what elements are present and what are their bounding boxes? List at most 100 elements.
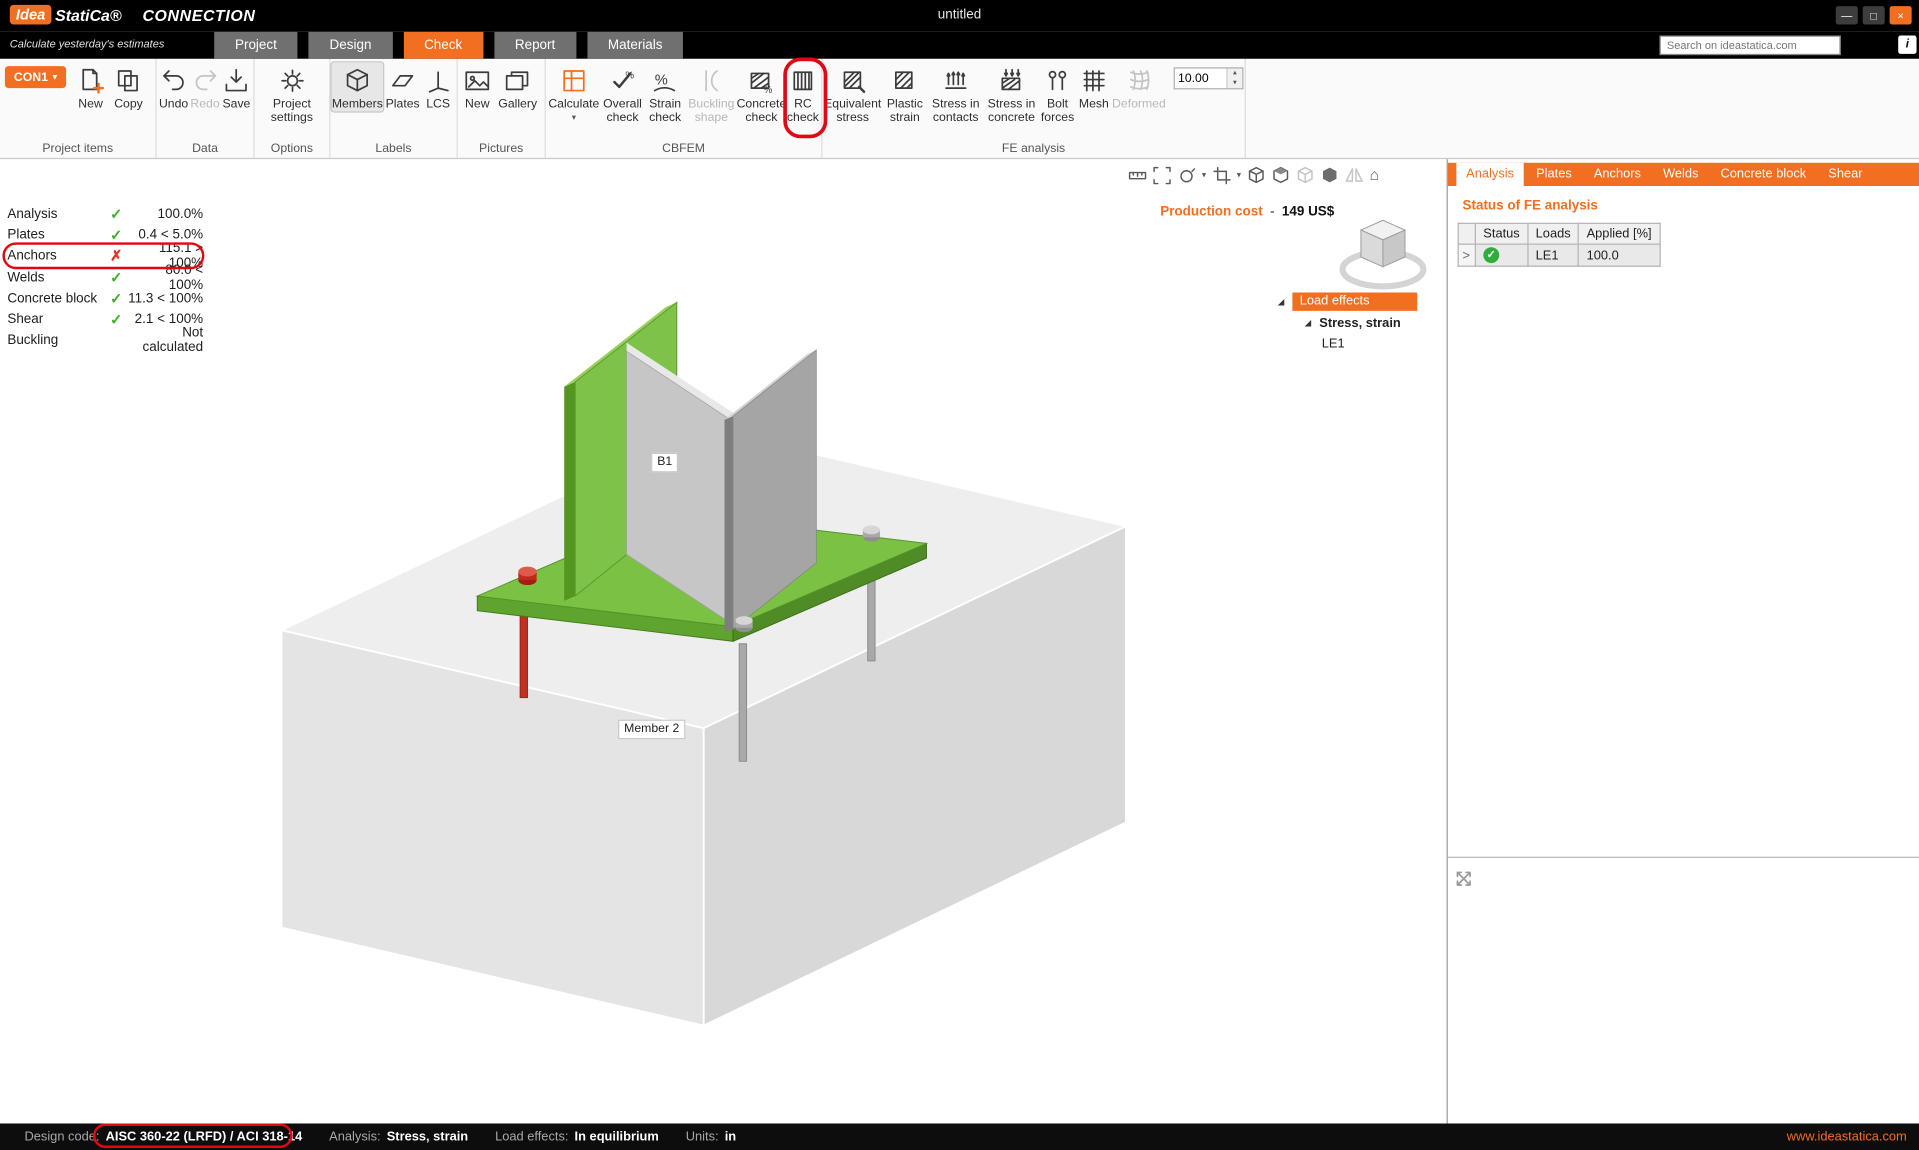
tree-item-stress-strain[interactable]: ◢ Stress, strain (1305, 312, 1418, 333)
check-row-analysis[interactable]: Analysis ✓ 100.0% (7, 203, 203, 224)
tree-item-load-effects[interactable]: ◢ Load effects (1278, 291, 1418, 312)
tree-expanded-icon[interactable]: ◢ (1278, 297, 1293, 307)
tab-project[interactable]: Project (214, 32, 298, 59)
lcs-labels-toggle[interactable]: LCS (422, 62, 454, 111)
document-title: untitled (938, 7, 981, 22)
status-ok-icon: ✓ (1483, 247, 1499, 263)
check-row-concrete-block[interactable]: Concrete block ✓ 11.3 < 100% (7, 288, 203, 309)
strain-check-icon: % (652, 65, 679, 97)
strain-check-button[interactable]: % Strain check (644, 62, 685, 124)
svg-text:%: % (655, 72, 668, 88)
anchor-head (863, 526, 880, 542)
view-cube[interactable] (1343, 220, 1424, 286)
production-cost: Production cost - 149 US$ (1160, 204, 1334, 219)
member-label-member2[interactable]: Member 2 (618, 720, 685, 740)
equivalent-stress-button[interactable]: Equivalent stress (824, 62, 882, 124)
maximize-button[interactable]: □ (1863, 6, 1885, 24)
info-button[interactable]: i (1898, 35, 1916, 53)
tab-design[interactable]: Design (309, 32, 393, 59)
clipping-icon[interactable] (1212, 165, 1230, 185)
group-label-options: Options (255, 142, 330, 158)
website-link[interactable]: www.ideastatica.com (1787, 1130, 1907, 1145)
gear-icon (278, 65, 305, 97)
check-results-panel: Analysis ✓ 100.0% Plates ✓ 0.4 < 5.0% An… (7, 203, 203, 351)
member-label-b1[interactable]: B1 (651, 453, 678, 473)
ribbon: CON1 ▾ New Copy Project items Undo (0, 59, 1919, 159)
fe-analysis-heading: Status of FE analysis (1463, 198, 1919, 213)
orbit-view-icon[interactable] (1177, 165, 1195, 185)
deformed-button[interactable]: Deformed (1112, 62, 1166, 111)
new-item-button[interactable]: New (72, 62, 109, 111)
check-pass-icon: ✓ (105, 205, 127, 222)
window-controls: — □ × (1836, 6, 1912, 24)
view-transparent-icon[interactable] (1296, 165, 1314, 185)
viewport: Analysis ✓ 100.0% Plates ✓ 0.4 < 5.0% An… (0, 159, 1447, 1123)
project-settings-button[interactable]: Project settings (258, 62, 327, 124)
tab-concrete-block[interactable]: Concrete block (1711, 163, 1816, 186)
search-input[interactable] (1660, 35, 1841, 55)
gallery-button[interactable]: Gallery (496, 62, 540, 111)
scale-input[interactable] (1174, 69, 1226, 89)
redo-button[interactable]: Redo (189, 62, 220, 111)
tree-expanded-icon[interactable]: ◢ (1305, 318, 1320, 328)
buckling-shape-button[interactable]: Buckling shape (686, 62, 737, 124)
new-picture-button[interactable]: New (459, 62, 496, 111)
tree-item-le1[interactable]: LE1 (1322, 333, 1417, 354)
copy-item-button[interactable]: Copy (109, 62, 148, 111)
overall-check-button[interactable]: % Overall check (601, 62, 645, 124)
connection-selector[interactable]: CON1 ▾ (5, 66, 66, 88)
group-label-labels: Labels (330, 142, 456, 158)
row-applied-cell: 100.0 (1579, 244, 1660, 266)
members-labels-toggle[interactable]: Members (332, 62, 383, 111)
measure-icon[interactable] (1128, 165, 1146, 185)
spinner-up-icon[interactable]: ▴ (1228, 69, 1243, 79)
concrete-check-button[interactable]: % Concrete check (737, 62, 786, 124)
spinner-down-icon[interactable]: ▾ (1228, 78, 1243, 88)
tab-plates[interactable]: Plates (1526, 163, 1581, 186)
tab-materials[interactable]: Materials (587, 32, 683, 59)
check-row-welds[interactable]: Welds ✓ 80.0 < 100% (7, 267, 203, 288)
group-label-data: Data (157, 142, 254, 158)
tab-anchors[interactable]: Anchors (1584, 163, 1651, 186)
stress-in-contacts-button[interactable]: Stress in contacts (928, 62, 984, 124)
expand-pane-icon[interactable] (1454, 869, 1474, 889)
home-view-icon[interactable]: ⌂ (1370, 165, 1380, 185)
tab-report[interactable]: Report (494, 32, 576, 59)
panel-splitter[interactable] (1448, 857, 1919, 858)
view-shaded-icon[interactable] (1272, 165, 1290, 185)
ribbon-group-data: Undo Redo Save Data (157, 59, 255, 158)
close-button[interactable]: × (1890, 6, 1912, 24)
plastic-strain-button[interactable]: Plastic strain (882, 62, 928, 124)
table-row[interactable]: > ✓ LE1 100.0 (1458, 244, 1659, 266)
viewport-3d-scene[interactable] (0, 159, 1447, 1123)
check-pass-icon: ✓ (105, 226, 127, 243)
chevron-down-icon[interactable]: ▾ (1202, 170, 1206, 180)
mirror-view-icon[interactable] (1345, 165, 1363, 185)
tab-shear[interactable]: Shear (1818, 163, 1872, 186)
chevron-down-icon[interactable]: ▾ (1237, 170, 1241, 180)
row-status-cell: ✓ (1475, 244, 1527, 266)
save-button[interactable]: Save (221, 62, 252, 111)
view-wireframe-icon[interactable] (1321, 165, 1339, 185)
check-row-buckling[interactable]: Buckling Not calculated (7, 330, 203, 351)
mesh-button[interactable]: Mesh (1076, 62, 1112, 111)
svg-text:%: % (764, 85, 773, 94)
tab-check[interactable]: Check (403, 32, 483, 59)
undo-icon (160, 65, 187, 97)
brand-name: StatiCa® (55, 6, 122, 24)
undo-button[interactable]: Undo (158, 62, 189, 111)
calculate-icon (560, 65, 587, 97)
tab-analysis[interactable]: Analysis (1456, 163, 1523, 186)
tab-welds[interactable]: Welds (1653, 163, 1708, 186)
row-expander[interactable]: > (1458, 244, 1475, 266)
design-code: Design code: AISC 360-22 (LRFD) / ACI 31… (24, 1130, 302, 1145)
zoom-extents-icon[interactable] (1153, 165, 1171, 185)
rc-check-button[interactable]: RC check (786, 62, 820, 124)
stress-in-concrete-button[interactable]: Stress in concrete (984, 62, 1040, 124)
minimize-button[interactable]: — (1836, 6, 1858, 24)
ribbon-tabs: Project Design Check Report Materials (214, 32, 683, 59)
calculate-button[interactable]: Calculate ▾ (547, 62, 601, 124)
plates-labels-toggle[interactable]: Plates (383, 62, 422, 111)
view-solid-icon[interactable] (1247, 165, 1265, 185)
bolt-forces-button[interactable]: Bolt forces (1039, 62, 1075, 124)
